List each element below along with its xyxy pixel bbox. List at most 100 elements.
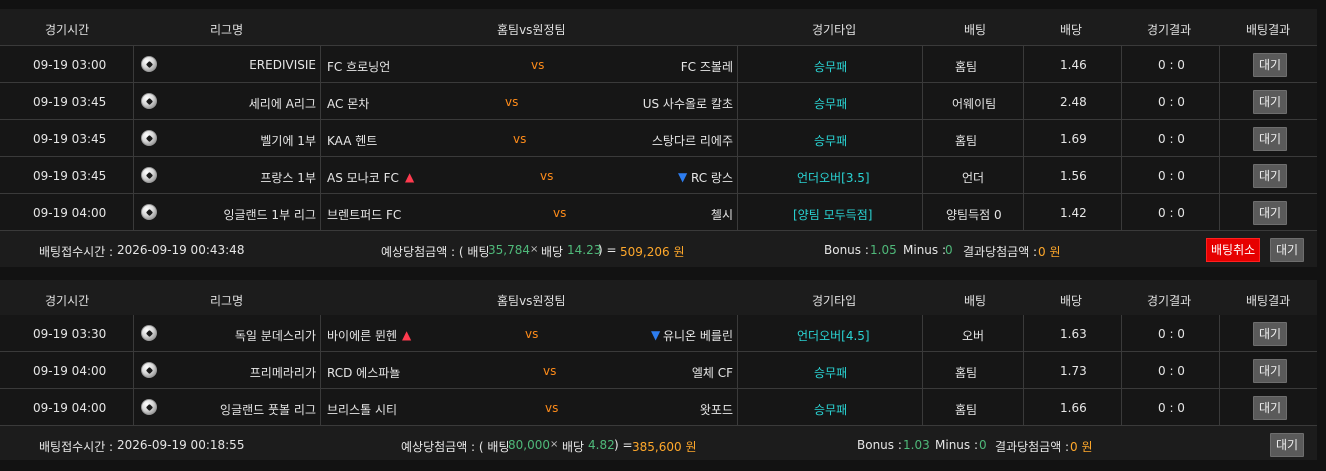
home-team: AC 몬차	[327, 97, 370, 111]
slip-footer: 배팅접수시간 : 2026-09-19 00:43:48 예상당첨금액 : ( …	[0, 232, 1317, 265]
table-row: 09-19 03:45 벨기에 1부 KAA 헨트 vs 스탕다르 리에주 승무…	[0, 120, 1317, 157]
match-time: 09-19 04:00	[33, 364, 107, 378]
home-team: 브렌트퍼드 FC	[327, 208, 402, 222]
match-time: 09-19 03:00	[33, 58, 107, 72]
game-type: 언더오버[3.5]	[797, 171, 870, 185]
bet-choice: 홈팀	[955, 134, 978, 148]
soccer-ball-icon	[141, 130, 157, 146]
bonus-value: 1.03	[903, 438, 930, 452]
cancel-bet-button[interactable]: 배팅취소	[1206, 238, 1261, 262]
bet-status-button[interactable]: 대기	[1253, 396, 1288, 420]
vs-label: vs	[531, 58, 545, 72]
result-payout: 0 원	[1070, 440, 1093, 454]
match-result: 0 : 0	[1158, 206, 1185, 220]
result-payout: 0 원	[1038, 245, 1061, 259]
league-name: 독일 분데스리가	[234, 329, 316, 343]
away-team: 유니온 베를린	[662, 329, 733, 343]
match-result: 0 : 0	[1158, 95, 1185, 109]
minus-label: Minus :	[935, 438, 979, 452]
game-type: 언더오버[4.5]	[797, 329, 870, 343]
home-team: RCD 에스파뇰	[327, 366, 401, 380]
odds: 1.73	[1060, 364, 1087, 378]
total-odds-label: 배당	[562, 440, 585, 454]
header-league: 리그명	[210, 294, 244, 308]
match-result: 0 : 0	[1158, 132, 1185, 146]
total-odds: 4.82	[588, 438, 615, 452]
header-type: 경기타입	[812, 294, 857, 308]
match-result: 0 : 0	[1158, 401, 1185, 415]
bonus-value: 1.05	[870, 243, 897, 257]
bet-status-button[interactable]: 대기	[1253, 127, 1288, 151]
bet-status-button[interactable]: 대기	[1253, 53, 1288, 77]
vs-label: vs	[505, 95, 519, 109]
vs-label: vs	[543, 364, 557, 378]
odds: 1.42	[1060, 206, 1087, 220]
header-status: 배팅결과	[1246, 294, 1291, 308]
odds-down-icon: ▼	[651, 328, 661, 342]
odds: 1.56	[1060, 169, 1087, 183]
header-result: 경기결과	[1147, 23, 1192, 37]
bet-slip-1: 경기시간 리그명 홈팀vs원정팀 경기타입 배팅 배당 경기결과 배팅결과 09…	[0, 9, 1317, 267]
receipt-time-label: 배팅접수시간 :	[39, 245, 114, 259]
soccer-ball-icon	[141, 362, 157, 378]
away-team: FC 즈볼레	[680, 60, 733, 74]
minus-value: 0	[945, 243, 953, 257]
home-team: 브리스톨 시티	[327, 403, 398, 417]
odds: 1.69	[1060, 132, 1087, 146]
table-row: 09-19 04:00 잉글랜드 풋볼 리그 브리스톨 시티 vs 왓포드 승무…	[0, 389, 1317, 426]
soccer-ball-icon	[141, 204, 157, 220]
bet-status-button[interactable]: 대기	[1253, 164, 1288, 188]
vs-label: vs	[513, 132, 527, 146]
bonus-label: Bonus :	[824, 243, 869, 257]
expected-payout: 509,206 원	[620, 245, 685, 259]
bet-status-button[interactable]: 대기	[1253, 201, 1288, 225]
league-name: 세리에 A리그	[248, 97, 316, 111]
bet-status-button[interactable]: 대기	[1253, 322, 1288, 346]
minus-value: 0	[979, 438, 987, 452]
away-team: 왓포드	[699, 403, 733, 417]
match-time: 09-19 03:45	[33, 132, 107, 146]
equals-sign: ) =	[614, 438, 633, 452]
odds: 1.66	[1060, 401, 1087, 415]
game-type: 승무패	[814, 403, 848, 417]
header-result: 경기결과	[1147, 294, 1192, 308]
match-result: 0 : 0	[1158, 58, 1185, 72]
match-time: 09-19 04:00	[33, 206, 107, 220]
table-header: 경기시간 리그명 홈팀vs원정팀 경기타입 배팅 배당 경기결과 배팅결과	[0, 280, 1317, 317]
game-type: [양팀 모두득점]	[793, 208, 873, 222]
minus-label: Minus :	[903, 243, 947, 257]
slip-status-button[interactable]: 대기	[1270, 433, 1305, 457]
soccer-ball-icon	[141, 93, 157, 109]
expected-payout-label: 예상당첨금액 : ( 배팅	[401, 440, 510, 454]
bet-choice: 양팀득점 0	[946, 208, 1002, 222]
header-odds: 배당	[1060, 23, 1083, 37]
away-team: 스탕다르 리에주	[651, 134, 733, 148]
vs-label: vs	[525, 327, 539, 341]
odds: 2.48	[1060, 95, 1087, 109]
league-name: 벨기에 1부	[260, 134, 316, 148]
header-type: 경기타입	[812, 23, 857, 37]
equals-sign: ) =	[598, 243, 617, 257]
vs-label: vs	[553, 206, 567, 220]
vs-label: vs	[545, 401, 559, 415]
bet-status-button[interactable]: 대기	[1253, 90, 1288, 114]
league-name: EREDIVISIE	[249, 58, 316, 72]
bet-choice: 홈팀	[955, 60, 978, 74]
header-league: 리그명	[210, 23, 244, 37]
bet-amount: 35,784	[488, 243, 530, 257]
receipt-time: 2026-09-19 00:43:48	[117, 243, 245, 257]
match-time: 09-19 03:45	[33, 169, 107, 183]
vs-label: vs	[540, 169, 554, 183]
header-status: 배팅결과	[1246, 23, 1291, 37]
table-row: 09-19 03:30 독일 분데스리가 바이에른 뮌헨 ▲ vs ▼ 유니온 …	[0, 315, 1317, 352]
match-result: 0 : 0	[1158, 327, 1185, 341]
soccer-ball-icon	[141, 325, 157, 341]
bet-status-button[interactable]: 대기	[1253, 359, 1288, 383]
odds: 1.46	[1060, 58, 1087, 72]
result-payout-label: 결과당첨금액 :	[963, 245, 1038, 259]
slip-footer: 배팅접수시간 : 2026-09-19 00:18:55 예상당첨금액 : ( …	[0, 427, 1317, 460]
bet-choice: 어웨이팀	[952, 97, 997, 111]
slip-status-button[interactable]: 대기	[1270, 238, 1305, 262]
bet-choice: 홈팀	[955, 403, 978, 417]
total-odds: 14.23	[567, 243, 602, 257]
